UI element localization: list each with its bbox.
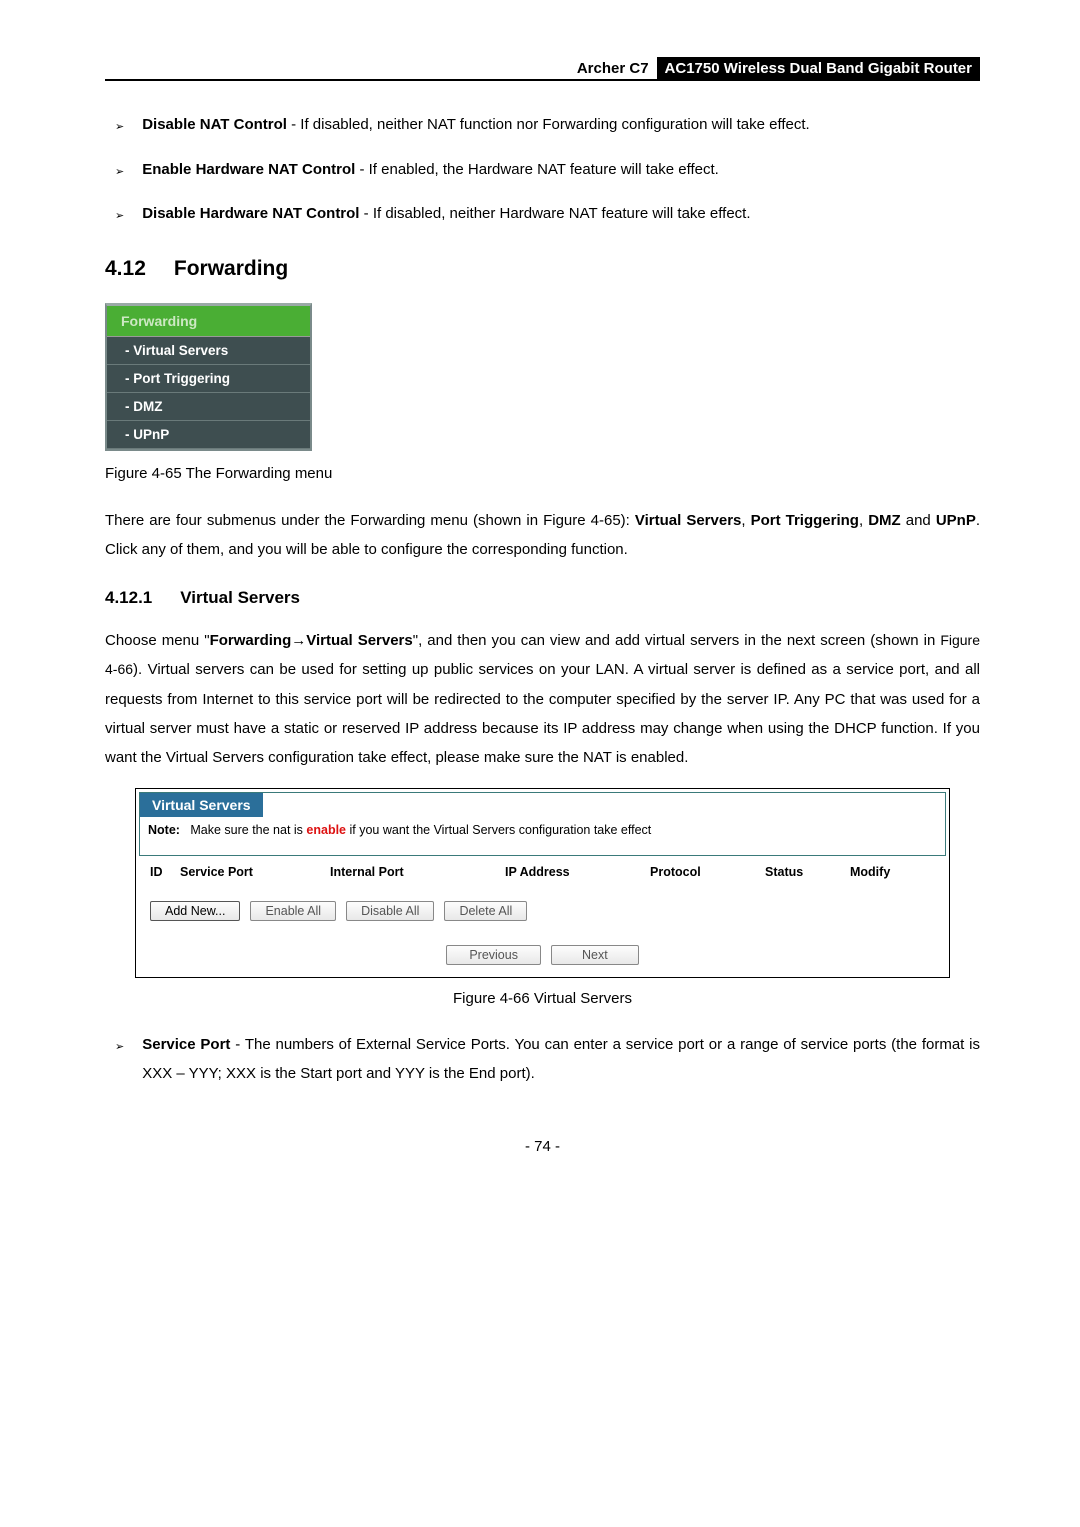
vs-title: Virtual Servers: [140, 793, 263, 817]
vs-col-modify: Modify: [850, 865, 890, 879]
subsection-heading: 4.12.1Virtual Servers: [105, 588, 980, 608]
vs-button-row: Add New... Enable All Disable All Delete…: [136, 897, 949, 941]
bullet-text: Disable NAT Control - If disabled, neith…: [142, 111, 980, 140]
bullet-text: Enable Hardware NAT Control - If enabled…: [142, 156, 980, 185]
vs-col-service-port: Service Port: [180, 865, 330, 879]
para-virtual-servers-desc: Choose menu "Forwarding→Virtual Servers"…: [105, 626, 980, 772]
bullet-text: Service Port - The numbers of External S…: [142, 1031, 980, 1088]
add-new-button[interactable]: Add New...: [150, 901, 240, 921]
forwarding-menu-figure: Forwarding - Virtual Servers - Port Trig…: [105, 303, 312, 451]
previous-button[interactable]: Previous: [446, 945, 541, 965]
header-model: Archer C7: [577, 60, 657, 77]
chevron-right-icon: ➢: [115, 1037, 124, 1058]
bullet-list-bottom: ➢ Service Port - The numbers of External…: [105, 1031, 980, 1088]
header-product: AC1750 Wireless Dual Band Gigabit Router: [657, 57, 980, 80]
delete-all-button[interactable]: Delete All: [444, 901, 527, 921]
vs-table-headers: ID Service Port Internal Port IP Address…: [136, 859, 949, 897]
vs-pagination-row: Previous Next: [136, 941, 949, 977]
chevron-right-icon: ➢: [115, 117, 124, 138]
doc-header: Archer C7AC1750 Wireless Dual Band Gigab…: [105, 60, 980, 81]
virtual-servers-figure: Virtual Servers Note: Make sure the nat …: [135, 788, 950, 978]
fig66-caption: Figure 4-66 Virtual Servers: [105, 990, 980, 1007]
para-forwarding-desc: There are four submenus under the Forwar…: [105, 506, 980, 565]
bullet-list-top: ➢ Disable NAT Control - If disabled, nei…: [105, 111, 980, 229]
chevron-right-icon: ➢: [115, 162, 124, 183]
menu-item-dmz: - DMZ: [107, 393, 310, 421]
disable-all-button[interactable]: Disable All: [346, 901, 434, 921]
section-heading: 4.12Forwarding: [105, 257, 980, 281]
menu-item-virtual-servers: - Virtual Servers: [107, 337, 310, 365]
vs-col-status: Status: [765, 865, 850, 879]
chevron-right-icon: ➢: [115, 206, 124, 227]
next-button[interactable]: Next: [551, 945, 639, 965]
enable-all-button[interactable]: Enable All: [250, 901, 336, 921]
menu-item-upnp: - UPnP: [107, 421, 310, 449]
vs-col-protocol: Protocol: [650, 865, 765, 879]
vs-col-id: ID: [150, 865, 180, 879]
vs-col-internal-port: Internal Port: [330, 865, 505, 879]
page-number: - 74 -: [105, 1138, 980, 1155]
fig65-caption: Figure 4-65 The Forwarding menu: [105, 465, 980, 482]
menu-item-port-triggering: - Port Triggering: [107, 365, 310, 393]
menu-header: Forwarding: [107, 306, 310, 337]
vs-note: Note: Make sure the nat is enable if you…: [140, 817, 945, 855]
bullet-text: Disable Hardware NAT Control - If disabl…: [142, 200, 980, 229]
vs-col-ip-address: IP Address: [505, 865, 650, 879]
